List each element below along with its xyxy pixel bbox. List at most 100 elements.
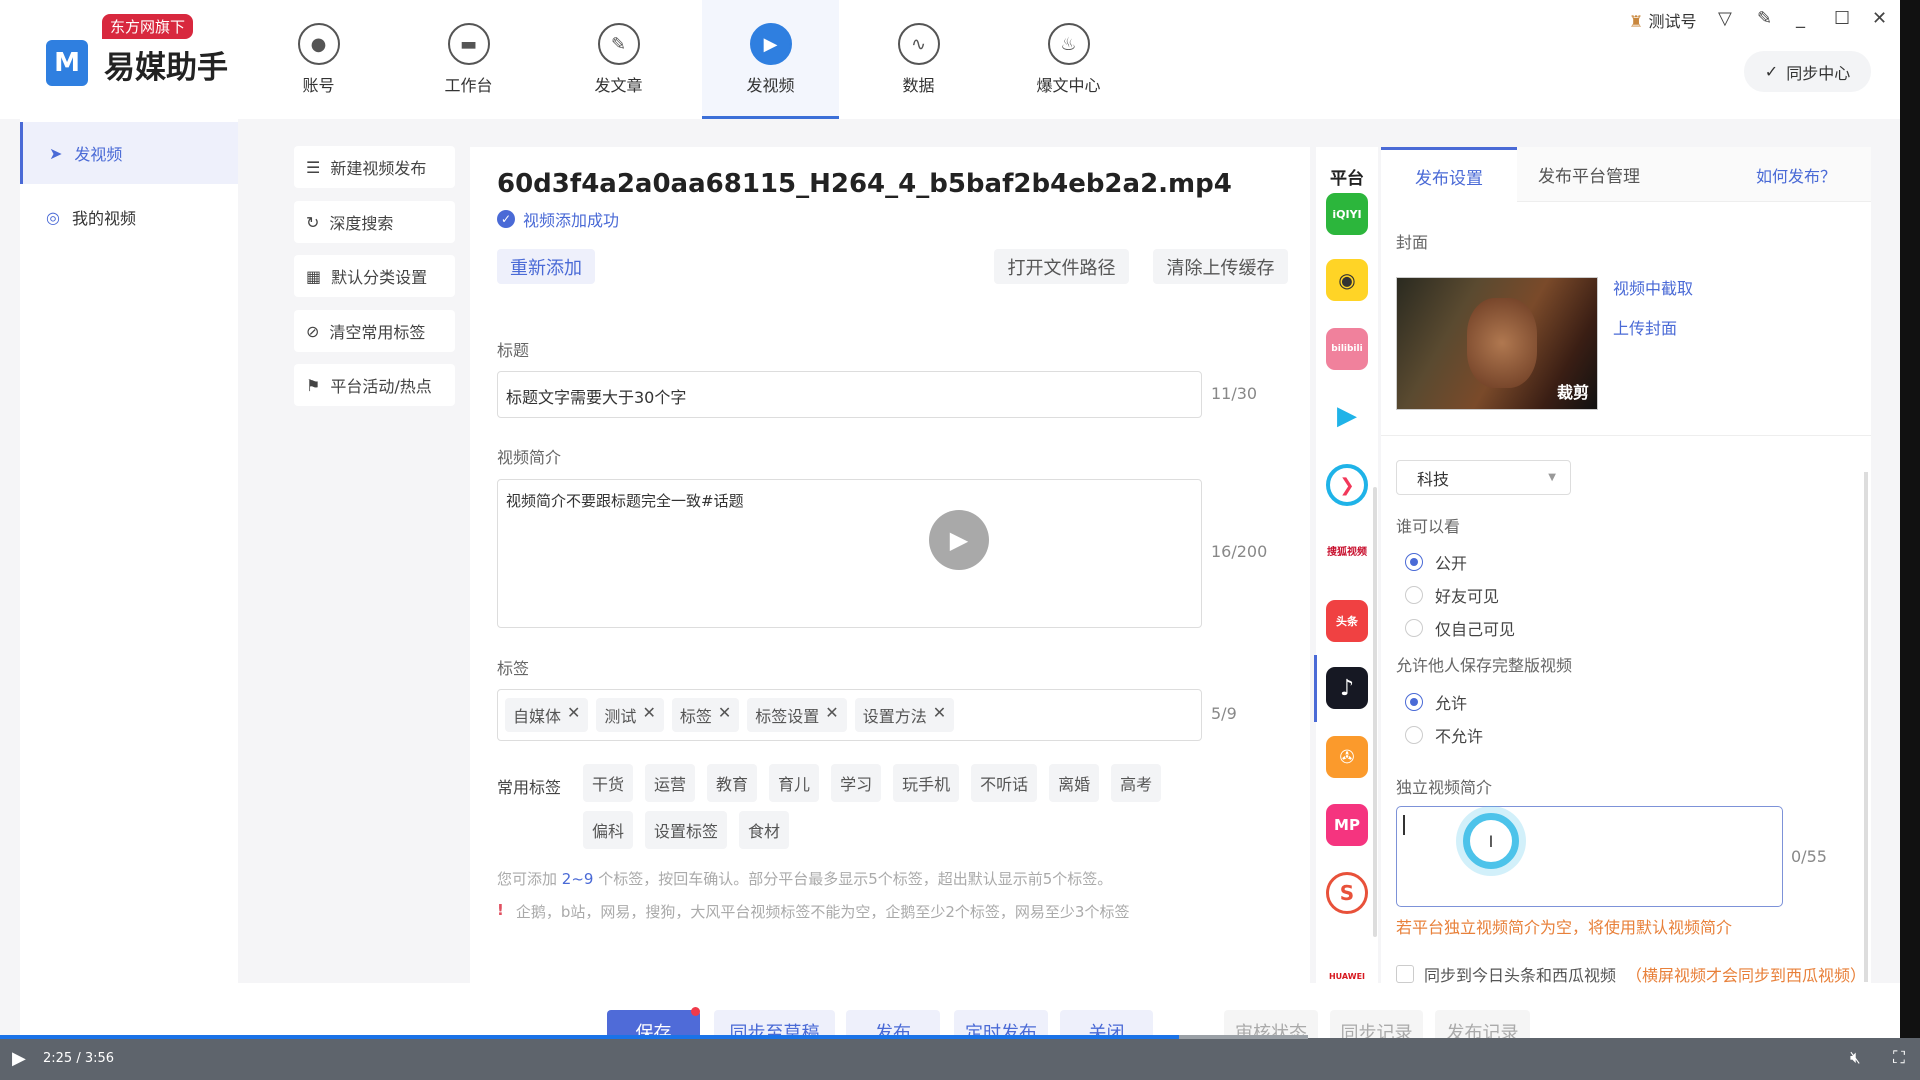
douyin-icon[interactable]: ♪ — [1326, 667, 1368, 709]
platform-activity[interactable]: ⚑ 平台活动/热点 — [294, 364, 455, 406]
save-dot-badge — [691, 1007, 700, 1016]
meipai-icon[interactable]: MP — [1326, 804, 1368, 846]
meipai-logo-text: MP — [1334, 816, 1360, 834]
tencent-video-icon[interactable]: ▶ — [1326, 395, 1368, 437]
tag-text: 标签 — [679, 707, 712, 726]
common-tag[interactable]: 食材 — [739, 811, 790, 849]
radio-public[interactable]: 公开 — [1405, 550, 1467, 574]
nav-label: 工作台 — [444, 76, 493, 95]
nav-account[interactable]: ● 账号 — [250, 0, 387, 119]
common-tag[interactable]: 运营 — [645, 764, 696, 802]
camera-app-icon[interactable]: ◉ — [1326, 259, 1368, 301]
tab-publish-settings[interactable]: 发布设置 — [1381, 147, 1517, 202]
kuaishou-icon[interactable]: ✇ — [1326, 736, 1368, 778]
radio-dot — [1405, 586, 1423, 604]
common-tag[interactable]: 干货 — [583, 764, 634, 802]
how-to-publish-link[interactable]: 如何发布？ — [1756, 147, 1836, 202]
radio-disallow[interactable]: 不允许 — [1405, 723, 1483, 747]
desc-counter: 16/200 — [1211, 542, 1268, 561]
tag-text: 设置方法 — [862, 707, 927, 726]
close-icon[interactable]: ✕ — [1872, 8, 1887, 29]
settings-scrollbar[interactable] — [1864, 472, 1868, 982]
independent-desc-hint: 若平台独立视频简介为空，将使用默认视频简介 — [1396, 918, 1733, 937]
allow-save-label: 允许他人保存完整版视频 — [1396, 656, 1573, 675]
crop-button[interactable]: 裁剪 — [1557, 379, 1589, 403]
radio-friends[interactable]: 好友可见 — [1405, 583, 1499, 607]
iqiyi-icon[interactable]: iQIYI — [1326, 193, 1368, 235]
capture-from-video-link[interactable]: 视频中截取 — [1613, 275, 1693, 299]
remove-tag-icon[interactable]: ✕ — [567, 703, 580, 727]
sohu-logo-text: 搜狐视频 — [1327, 546, 1367, 558]
flag-icon: ⚑ — [306, 375, 321, 395]
common-tag[interactable]: 偏科 — [583, 811, 634, 849]
new-video-publish[interactable]: ☰ 新建视频发布 — [294, 146, 455, 188]
tags-input[interactable]: 自媒体 ✕ 测试 ✕ 标签 ✕ 标签设置 ✕ 设置方法 ✕ — [497, 689, 1202, 741]
bilibili-icon[interactable]: bilibili — [1326, 328, 1368, 370]
clear-common-tags[interactable]: ⊘ 清空常用标签 — [294, 310, 455, 352]
open-path-button[interactable]: 打开文件路径 — [994, 249, 1129, 284]
sidebar-item-my-videos[interactable]: ◎ 我的视频 — [20, 186, 238, 248]
edit-icon[interactable]: ✎ — [1757, 8, 1772, 29]
title-label: 标题 — [497, 341, 530, 360]
play-icon: ▶ — [749, 23, 792, 65]
filter-icon[interactable]: ▽ — [1718, 8, 1732, 29]
app-name: 易媒助手 — [104, 50, 228, 86]
nav-data[interactable]: ∿ 数据 — [850, 0, 987, 119]
sohu-video-icon[interactable]: 搜狐视频 — [1326, 531, 1368, 573]
common-tag[interactable]: 设置标签 — [645, 811, 728, 849]
who-can-see-label: 谁可以看 — [1396, 517, 1461, 536]
common-tag[interactable]: 学习 — [831, 764, 882, 802]
maximize-icon[interactable]: ☐ — [1834, 8, 1850, 29]
title-input[interactable]: 标题文字需要大于30个字 — [497, 371, 1202, 418]
submenu-label: 深度搜索 — [329, 214, 394, 233]
nav-video[interactable]: ▶ 发视频 — [702, 0, 839, 119]
fullscreen-icon[interactable]: ⛶ — [1893, 1048, 1905, 1068]
toutiao-icon[interactable]: 头条 — [1326, 600, 1368, 642]
common-tag[interactable]: 不听话 — [971, 764, 1038, 802]
common-tag[interactable]: 离婚 — [1049, 764, 1100, 802]
radio-allow[interactable]: 允许 — [1405, 690, 1467, 714]
remove-tag-icon[interactable]: ✕ — [718, 703, 731, 727]
sync-center-button[interactable]: ✓ 同步中心 — [1744, 51, 1871, 92]
exclamation-icon: ! — [497, 901, 504, 919]
tag-text: 自媒体 — [513, 707, 562, 726]
account-switch[interactable]: ♜ 测试号 — [1629, 8, 1696, 32]
nav-workbench[interactable]: ▬ 工作台 — [400, 0, 537, 119]
upload-cover-link[interactable]: 上传封面 — [1613, 315, 1677, 339]
play-icon[interactable]: ▶ — [12, 1048, 26, 1069]
tag-chip: 自媒体 ✕ — [505, 698, 589, 732]
common-tag[interactable]: 高考 — [1111, 764, 1162, 802]
cover-image[interactable]: 裁剪 — [1396, 277, 1598, 410]
seek-bar[interactable] — [0, 1035, 1920, 1039]
video-form: 60d3f4a2a0aa68115_H264_4_b5baf2b4eb2a2.m… — [470, 147, 1310, 983]
huawei-icon[interactable]: HUAWEI — [1326, 939, 1368, 981]
sogou-icon[interactable]: S — [1326, 872, 1368, 914]
radio-private[interactable]: 仅自己可见 — [1405, 616, 1515, 640]
common-tag[interactable]: 玩手机 — [893, 764, 960, 802]
window-edge — [1900, 0, 1920, 1038]
clear-cache-button[interactable]: 清除上传缓存 — [1153, 249, 1288, 284]
independent-desc-textarea[interactable] — [1396, 806, 1783, 907]
remove-tag-icon[interactable]: ✕ — [642, 703, 655, 727]
action-bar: 保存 同步至草稿 发布 定时发布 关闭 审核状态 同步记录 发布记录 — [238, 983, 1900, 1054]
mute-icon[interactable]: 🔇︎ — [1850, 1048, 1861, 1068]
common-tag[interactable]: 教育 — [707, 764, 758, 802]
title-value: 标题文字需要大于30个字 — [506, 388, 687, 407]
deep-search[interactable]: ↻ 深度搜索 — [294, 201, 455, 243]
default-category[interactable]: ▦ 默认分类设置 — [294, 255, 455, 297]
remove-tag-icon[interactable]: ✕ — [933, 703, 946, 727]
common-tag[interactable]: 育儿 — [769, 764, 820, 802]
remove-tag-icon[interactable]: ✕ — [825, 703, 838, 727]
video-play-icon[interactable]: ▶ — [929, 510, 989, 570]
minimize-icon[interactable]: _ — [1796, 8, 1805, 29]
tag-chip: 设置方法 ✕ — [854, 698, 955, 732]
platform-scrollbar[interactable] — [1373, 487, 1377, 937]
text-cursor — [1403, 815, 1405, 835]
youku-icon[interactable]: ❯ — [1326, 464, 1368, 506]
nav-hot[interactable]: ♨ 爆文中心 — [1000, 0, 1137, 119]
readd-button[interactable]: 重新添加 — [497, 249, 595, 284]
sidebar-item-publish-video[interactable]: ➤ 发视频 — [20, 122, 238, 184]
category-select[interactable]: 科技 ▼ — [1396, 460, 1571, 495]
desc-textarea[interactable]: 视频简介不要跟标题完全一致#话题 — [497, 479, 1202, 628]
nav-article[interactable]: ✎ 发文章 — [550, 0, 687, 119]
